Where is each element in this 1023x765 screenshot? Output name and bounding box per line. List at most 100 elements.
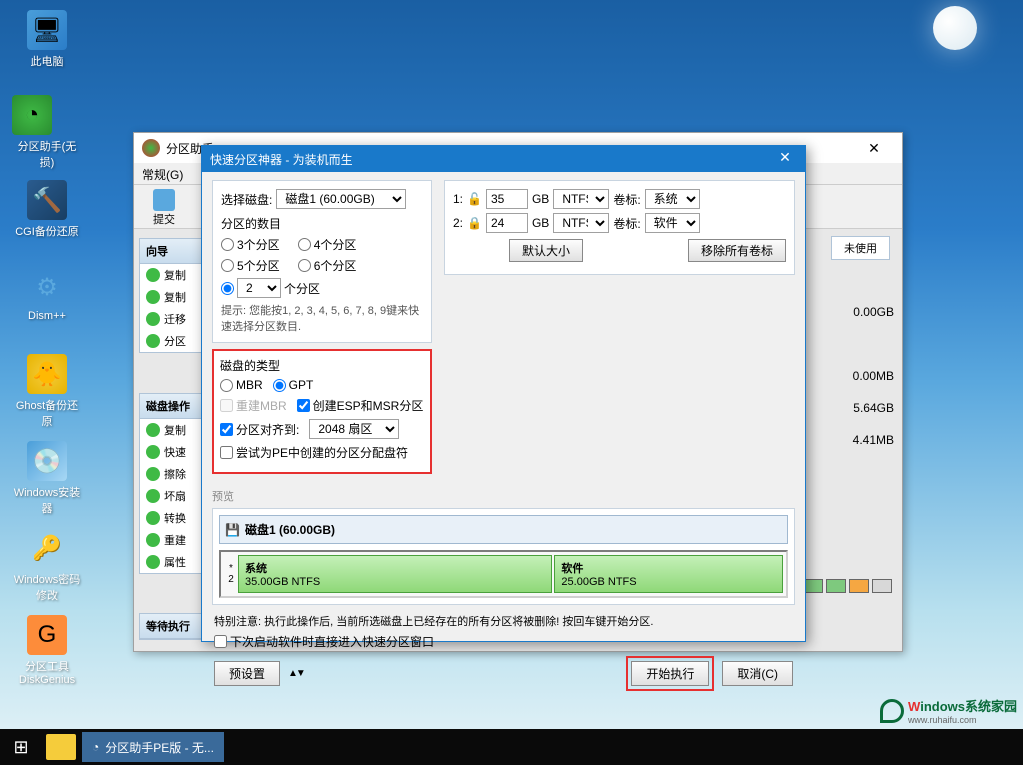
app-icon: [142, 139, 160, 157]
disk-header: 💾 磁盘1 (60.00GB): [219, 515, 788, 544]
watermark: Windows系统家园 www.ruhaifu.com: [880, 696, 1017, 725]
preview-count: *2: [224, 555, 238, 593]
desktop-icon-pc[interactable]: 🖥此电脑: [12, 10, 82, 85]
align-select[interactable]: 2048 扇区: [309, 419, 399, 439]
disk-name: 磁盘1 (60.00GB): [245, 521, 335, 538]
item-icon: [146, 445, 160, 459]
vol-lbl: 卷标:: [613, 191, 640, 208]
remove-labels-button[interactable]: 移除所有卷标: [688, 239, 786, 262]
partition-list-group: 1: 🔓 GB NTFS 卷标: 系统 2: 🔒 GB NTFS 卷标: 软件: [444, 180, 795, 275]
color-swatch: [826, 579, 846, 593]
gb-label: GB: [532, 216, 549, 230]
partition-row-2: 2: 🔒 GB NTFS 卷标: 软件: [453, 213, 786, 233]
lock-closed-icon[interactable]: 🔒: [467, 216, 482, 230]
preview-group: 💾磁盘1 (60.00GB) *2 系统 35.00GB NTFS 软件 25.…: [212, 508, 795, 605]
cancel-button[interactable]: 取消(C): [722, 661, 793, 686]
color-swatch: [872, 579, 892, 593]
desktop-icons: 🖥此电脑 ◔分区助手(无损) 🔨 CGI备份还原 ⚙ Dism++ 🐥Ghost备份…: [12, 10, 152, 700]
color-swatch: [803, 579, 823, 593]
lock-open-icon[interactable]: 🔓: [467, 192, 482, 206]
toolbar-commit[interactable]: 提交: [144, 189, 184, 227]
taskbar: ⊞ ◔分区助手PE版 - 无...: [0, 729, 1023, 765]
desktop-icon-cgi[interactable]: 🔨 CGI备份还原: [12, 180, 82, 255]
part1-vol-select[interactable]: 系统: [645, 189, 700, 209]
disk-icon: 💾: [225, 523, 240, 537]
menu-item-general[interactable]: 常规(G): [142, 168, 183, 182]
size-label: 0.00MB: [853, 369, 894, 383]
item-icon: [146, 533, 160, 547]
desktop-icon-partition[interactable]: ◔分区助手(无损): [12, 95, 82, 170]
desktop-icon-diskgenius[interactable]: G分区工具DiskGenius: [12, 615, 82, 690]
start-button[interactable]: 开始执行: [631, 661, 709, 686]
part1-fs-select[interactable]: NTFS: [553, 189, 609, 209]
radio-4-parts[interactable]: 4个分区: [298, 236, 357, 253]
desktop-icon-winpass[interactable]: 🔑Windows密码修改: [12, 528, 82, 603]
start-button[interactable]: ⊞: [4, 732, 38, 762]
size-label: 0.00GB: [853, 305, 894, 319]
radio-mbr[interactable]: MBR: [220, 378, 263, 392]
item-icon: [146, 555, 160, 569]
radio-3-parts[interactable]: 3个分区: [221, 236, 280, 253]
ghost-icon: 🐥: [27, 354, 67, 394]
part-num: 2:: [453, 216, 463, 230]
desktop-icon-dism[interactable]: ⚙ Dism++: [12, 267, 82, 342]
desktop-label: 分区工具DiskGenius: [12, 658, 82, 686]
pie-icon: ◔: [12, 95, 52, 135]
desktop-icon-wininstall[interactable]: 💿Windows安装器: [12, 441, 82, 516]
part2-size-input[interactable]: [486, 213, 528, 233]
chk-next-boot[interactable]: 下次启动软件时直接进入快速分区窗口: [214, 633, 793, 650]
key-icon: 🔑: [27, 528, 67, 568]
item-icon: [146, 489, 160, 503]
chk-rebuild-mbr[interactable]: 重建MBR: [220, 397, 287, 414]
chk-try-pe[interactable]: 尝试为PE中创建的分区分配盘符: [220, 444, 408, 461]
desktop-label: Dism++: [28, 310, 66, 322]
desktop-label: Windows密码修改: [12, 571, 82, 603]
hammer-icon: 🔨: [27, 180, 67, 220]
dialog-buttons: 预设置 ▲▼ 开始执行 取消(C): [202, 650, 805, 697]
gear-icon: ⚙: [27, 267, 67, 307]
taskbar-explorer[interactable]: [46, 734, 76, 760]
item-icon: [146, 268, 160, 282]
chk-align[interactable]: 分区对齐到:: [220, 421, 299, 438]
taskbar-app-icon: ◔: [92, 740, 99, 754]
chk-create-esp[interactable]: 创建ESP和MSR分区: [297, 397, 424, 414]
partition-row-1: 1: 🔓 GB NTFS 卷标: 系统: [453, 189, 786, 209]
radio-5-parts[interactable]: 5个分区: [221, 257, 280, 274]
dialog-title: 快速分区神器 - 为装机而生: [210, 151, 353, 168]
watermark-url: www.ruhaifu.com: [908, 715, 1017, 725]
select-disk-dropdown[interactable]: 磁盘1 (60.00GB): [276, 189, 406, 209]
preview-title: 预览: [212, 488, 795, 504]
item-icon: [146, 312, 160, 326]
part2-fs-select[interactable]: NTFS: [553, 213, 609, 233]
preset-button[interactable]: 预设置: [214, 661, 280, 686]
unused-badge: 未使用: [831, 236, 890, 260]
taskbar-app[interactable]: ◔分区助手PE版 - 无...: [82, 732, 224, 762]
desktop-icon-ghost[interactable]: 🐥Ghost备份还原: [12, 354, 82, 429]
size-label: 5.64GB: [853, 401, 894, 415]
desktop-label: Ghost备份还原: [12, 397, 82, 429]
dialog-close-button[interactable]: ✕: [773, 149, 797, 169]
desktop-label: 此电脑: [31, 53, 64, 69]
item-icon: [146, 334, 160, 348]
default-size-button[interactable]: 默认大小: [509, 239, 583, 262]
quick-partition-dialog: 快速分区神器 - 为装机而生 ✕ 选择磁盘: 磁盘1 (60.00GB) 分区的…: [201, 145, 806, 642]
part2-vol-select[interactable]: 软件: [645, 213, 700, 233]
cd-icon: 💿: [27, 441, 67, 481]
dialog-titlebar: 快速分区神器 - 为装机而生 ✕: [202, 146, 805, 172]
item-icon: [146, 467, 160, 481]
desktop-label: CGI备份还原: [15, 223, 79, 239]
radio-custom-parts[interactable]: 2 个分区: [221, 278, 320, 298]
part1-size-input[interactable]: [486, 189, 528, 209]
size-label: 4.41MB: [853, 433, 894, 447]
preview-part-1: 系统 35.00GB NTFS: [238, 555, 552, 593]
select-disk-label: 选择磁盘:: [221, 191, 272, 208]
radio-6-parts[interactable]: 6个分区: [298, 257, 357, 274]
partition-count-label: 分区的数目: [221, 215, 423, 232]
radio-gpt[interactable]: GPT: [273, 378, 314, 392]
disk-type-group: 磁盘的类型 MBR GPT 重建MBR 创建ESP和MSR分区 分区对齐到: 2…: [212, 349, 432, 474]
custom-count-select[interactable]: 2: [237, 278, 281, 298]
parent-close-button[interactable]: ✕: [854, 140, 894, 157]
commit-icon: [153, 189, 175, 211]
warning-notice: 特别注意: 执行此操作后, 当前所选磁盘上已经存在的所有分区将被删除! 按回车键…: [214, 613, 793, 629]
preset-arrows-icon[interactable]: ▲▼: [288, 668, 304, 679]
